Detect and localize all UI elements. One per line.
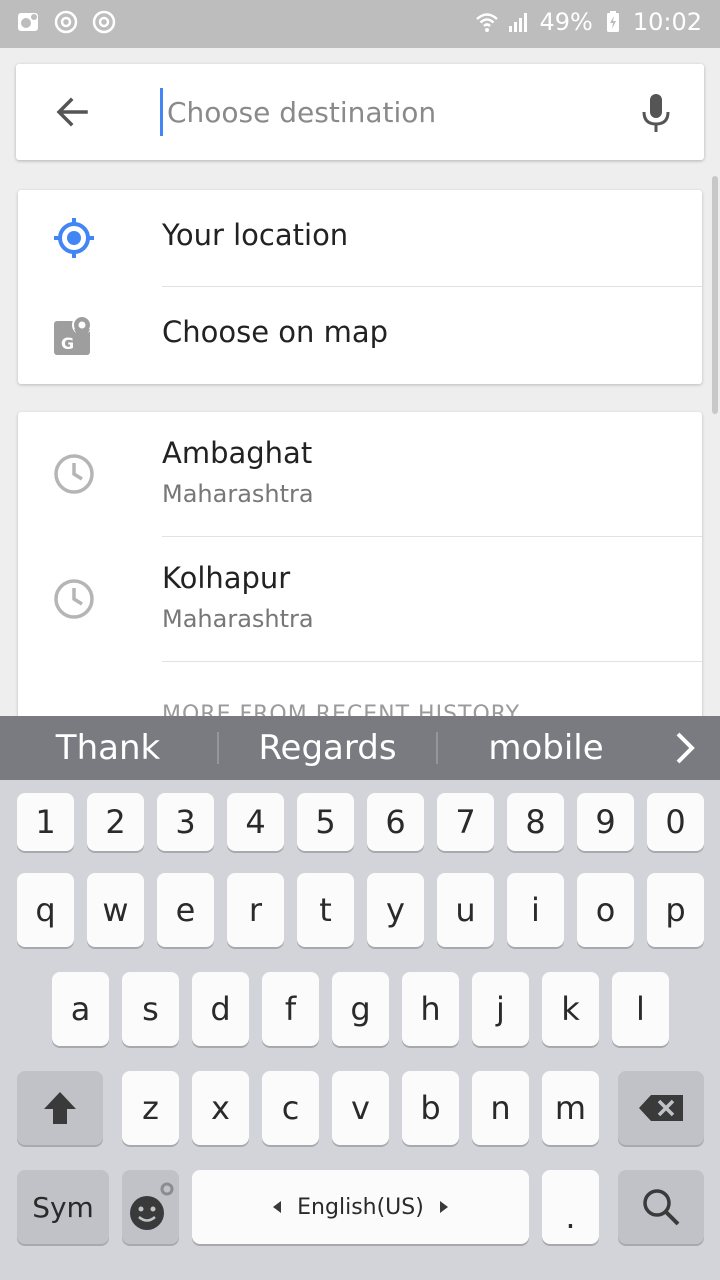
recent-place-subtitle: Maharashtra [162,480,314,508]
key-s[interactable]: s [122,972,179,1046]
status-bar: 49% 10:02 [0,0,720,48]
recent-place-title: Kolhapur [162,561,291,595]
recent-place-subtitle: Maharashtra [162,605,314,633]
your-location-row[interactable]: Your location [18,190,702,286]
on-screen-keyboard: 1 2 3 4 5 6 7 8 9 0 q w e r t y u i o p … [0,780,720,1280]
key-p[interactable]: p [647,873,704,947]
emoji-icon [129,1182,173,1230]
key-d[interactable]: d [192,972,249,1046]
keyboard-suggestion-bar: Thank Regards mobile [0,716,720,780]
recent-history-card: Ambaghat Maharashtra Kolhapur Maharashtr… [18,412,702,732]
space-bar[interactable]: English(US) [192,1170,529,1244]
search-card [16,64,704,160]
key-i[interactable]: i [507,873,564,947]
shift-arrow-icon [44,1092,76,1124]
chevron-right-icon[interactable] [670,730,700,766]
key-h[interactable]: h [402,972,459,1046]
choose-on-map-label: Choose on map [162,315,389,349]
key-g[interactable]: g [332,972,389,1046]
list-item[interactable]: Kolhapur Maharashtra [18,537,702,661]
list-item[interactable]: Ambaghat Maharashtra [18,412,702,536]
gallery-icon [18,13,38,31]
key-o[interactable]: o [577,873,634,947]
period-key[interactable]: . [542,1170,599,1244]
key-y[interactable]: y [367,873,424,947]
key-6[interactable]: 6 [367,793,424,851]
key-c[interactable]: c [262,1071,319,1145]
key-3[interactable]: 3 [157,793,214,851]
svg-text:G: G [61,334,74,353]
sym-key[interactable]: Sym [17,1170,109,1244]
caret-right-icon [439,1201,448,1213]
key-e[interactable]: e [157,873,214,947]
suggestion-1[interactable]: Thank [0,726,216,770]
key-l[interactable]: l [612,972,669,1046]
shift-key[interactable] [17,1071,103,1145]
key-9[interactable]: 9 [577,793,634,851]
signal-icon [509,13,528,32]
location-options-card: Your location G Choose on map [18,190,702,384]
my-location-icon [48,212,100,264]
key-1[interactable]: 1 [17,793,74,851]
chrome-icon [92,10,116,34]
battery-charging-icon [606,11,619,32]
key-n[interactable]: n [472,1071,529,1145]
notification-icons [16,10,116,34]
backspace-key[interactable] [618,1071,704,1145]
key-k[interactable]: k [542,972,599,1046]
back-arrow-icon[interactable] [52,92,92,132]
key-m[interactable]: m [542,1071,599,1145]
suggestion-2[interactable]: Regards [219,726,436,770]
scrollbar[interactable] [712,176,718,414]
key-q[interactable]: q [17,873,74,947]
microphone-icon[interactable] [636,92,676,136]
key-5[interactable]: 5 [297,793,354,851]
caret-left-icon [273,1201,282,1213]
key-x[interactable]: x [192,1071,249,1145]
key-r[interactable]: r [227,873,284,947]
key-7[interactable]: 7 [437,793,494,851]
search-key[interactable] [618,1170,704,1244]
clock: 10:02 [632,8,702,36]
recent-place-title: Ambaghat [162,436,313,470]
key-w[interactable]: w [87,873,144,947]
backspace-icon [639,1095,683,1121]
key-4[interactable]: 4 [227,793,284,851]
system-indicators: 49% 10:02 [475,8,702,36]
chrome-icon [54,10,78,34]
key-2[interactable]: 2 [87,793,144,851]
battery-percent: 49% [539,8,593,36]
map-pin-icon: G [48,309,100,361]
key-b[interactable]: b [402,1071,459,1145]
key-8[interactable]: 8 [507,793,564,851]
space-language-label: English(US) [297,1194,424,1220]
your-location-label: Your location [162,218,349,252]
key-v[interactable]: v [332,1071,389,1145]
key-f[interactable]: f [262,972,319,1046]
key-u[interactable]: u [437,873,494,947]
history-clock-icon [48,448,100,500]
key-0[interactable]: 0 [647,793,704,851]
wifi-icon [476,13,499,32]
choose-on-map-row[interactable]: G Choose on map [18,287,702,384]
divider [162,661,702,662]
history-clock-icon [48,573,100,625]
suggestion-3[interactable]: mobile [438,726,654,770]
key-t[interactable]: t [297,873,354,947]
key-z[interactable]: z [122,1071,179,1145]
search-icon [643,1189,680,1226]
key-a[interactable]: a [52,972,109,1046]
emoji-settings-key[interactable] [122,1170,179,1244]
key-j[interactable]: j [472,972,529,1046]
destination-search-input[interactable] [160,88,627,136]
